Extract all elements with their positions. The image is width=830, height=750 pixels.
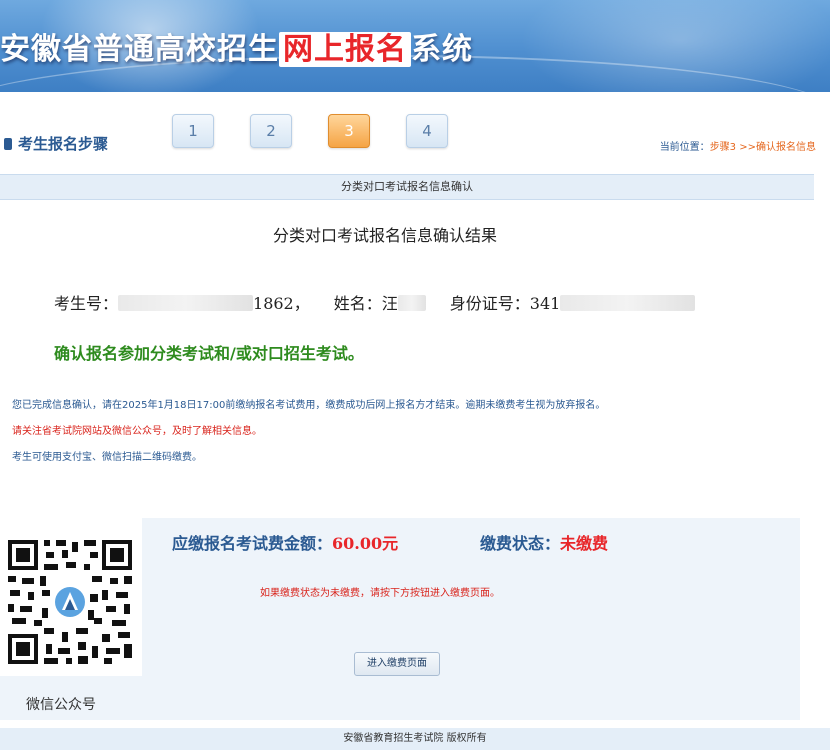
name-start: 汪 bbox=[381, 294, 398, 313]
title-prefix: 安徽省普通高校招生 bbox=[0, 32, 279, 67]
breadcrumb: 当前位置：步骤3 >>确认报名信息 bbox=[660, 138, 816, 153]
steps-label: 考生报名步骤 bbox=[4, 133, 108, 154]
enter-payment-button[interactable]: 进入缴费页面 bbox=[354, 652, 440, 676]
title-highlight: 网上报名 bbox=[279, 32, 411, 67]
result-title: 分类对口考试报名信息确认结果 bbox=[272, 226, 497, 245]
qr-label: 微信公众号 bbox=[26, 697, 96, 713]
fee-line: 应缴报名考试费金额：60.00元 bbox=[172, 530, 398, 554]
id-masked bbox=[560, 295, 696, 311]
exam-no-masked bbox=[118, 295, 254, 311]
section-bar: 分类对口考试报名信息确认 bbox=[0, 174, 814, 200]
header-banner: 安徽省普通高校招生 网上报名 系统 bbox=[0, 0, 830, 92]
exam-no-end: 1862， bbox=[253, 294, 310, 313]
breadcrumb-current: 步骤3 >>确认报名信息 bbox=[709, 142, 816, 153]
footer-copyright: 安徽省教育招生考试院 版权所有 bbox=[0, 728, 830, 750]
name-masked bbox=[397, 295, 426, 311]
title-suffix: 系统 bbox=[411, 32, 473, 67]
status-value: 未缴费 bbox=[560, 534, 609, 553]
id-label: 身份证号： bbox=[449, 294, 530, 313]
breadcrumb-prefix: 当前位置： bbox=[659, 142, 710, 153]
candidate-info: 考生号： 1862， 姓名：汪 身份证号：341 bbox=[54, 290, 696, 314]
step-3-active[interactable]: 3 bbox=[328, 114, 370, 148]
exam-no-label: 考生号： bbox=[54, 294, 119, 313]
fee-label: 应缴报名考试费金额： bbox=[172, 534, 333, 553]
confirm-text: 确认报名参加分类考试和/或对口招生考试。 bbox=[54, 344, 364, 363]
name-label: 姓名： bbox=[333, 294, 382, 313]
notice-deadline: 您已完成信息确认，请在2025年1月18日17:00前缴纳报名考试费用，缴费成功… bbox=[12, 400, 606, 411]
bullet-icon bbox=[4, 138, 12, 150]
notice-pay-method: 考生可使用支付宝、微信扫描二维码缴费。 bbox=[12, 452, 202, 463]
id-start: 341 bbox=[529, 294, 561, 313]
fee-amount: 60.00元 bbox=[332, 534, 399, 553]
steps-row: 考生报名步骤 1 2 3 4 当前位置：步骤3 >>确认报名信息 bbox=[0, 100, 830, 170]
step-2[interactable]: 2 bbox=[250, 114, 292, 148]
step-1[interactable]: 1 bbox=[172, 114, 214, 148]
step-4[interactable]: 4 bbox=[406, 114, 448, 148]
qr-code-icon bbox=[6, 538, 134, 666]
qr-code-box: 微信公众号 bbox=[0, 518, 142, 713]
steps-label-text: 考生报名步骤 bbox=[18, 135, 109, 153]
payment-panel: 微信公众号 应缴报名考试费金额：60.00元 缴费状态：未缴费 如果缴费状态为未… bbox=[0, 518, 800, 720]
notice-follow: 请关注省考试院网站及微信公众号，及时了解相关信息。 bbox=[12, 426, 262, 437]
payment-tip: 如果缴费状态为未缴费，请按下方按钮进入缴费页面。 bbox=[260, 588, 500, 599]
payment-status-line: 缴费状态：未缴费 bbox=[480, 530, 608, 554]
status-label: 缴费状态： bbox=[480, 534, 561, 553]
system-title: 安徽省普通高校招生 网上报名 系统 bbox=[0, 24, 473, 68]
